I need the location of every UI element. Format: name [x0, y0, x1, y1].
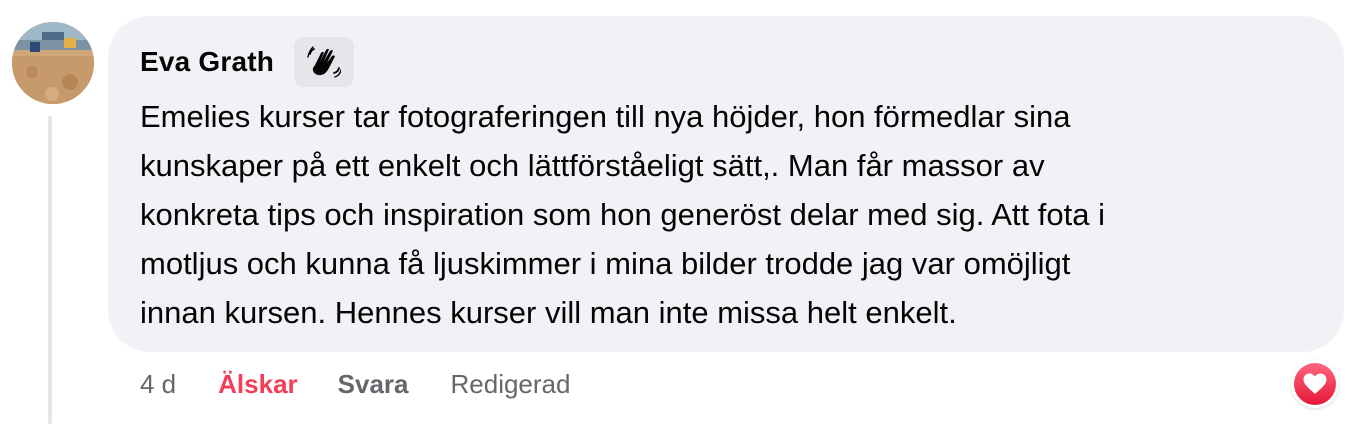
waving-hand-badge[interactable]	[294, 37, 355, 87]
thread-line	[48, 116, 52, 424]
heart-reaction	[1294, 363, 1336, 405]
comment-actions: 4 d Älskar Svara Redigerad	[140, 362, 570, 406]
author-name[interactable]: Eva Grath	[140, 46, 274, 78]
waving-hand-icon	[307, 46, 342, 78]
avatar-image	[12, 22, 94, 104]
timestamp[interactable]: 4 d	[140, 369, 176, 400]
reply-button[interactable]: Svara	[338, 369, 409, 400]
avatar[interactable]	[12, 22, 94, 104]
comment-container: Eva Grath Emelies kurser tar fotograferi…	[0, 0, 1366, 424]
comment-bubble: Eva Grath Emelies kurser tar fotograferi…	[108, 16, 1344, 352]
reaction-count-badge[interactable]	[1291, 360, 1339, 408]
comment-header: Eva Grath	[140, 37, 1312, 87]
heart-icon	[1303, 373, 1327, 394]
love-reaction-button[interactable]: Älskar	[218, 369, 298, 400]
edited-label[interactable]: Redigerad	[451, 369, 571, 400]
comment-text: Emelies kurser tar fotograferingen till …	[140, 99, 1105, 330]
